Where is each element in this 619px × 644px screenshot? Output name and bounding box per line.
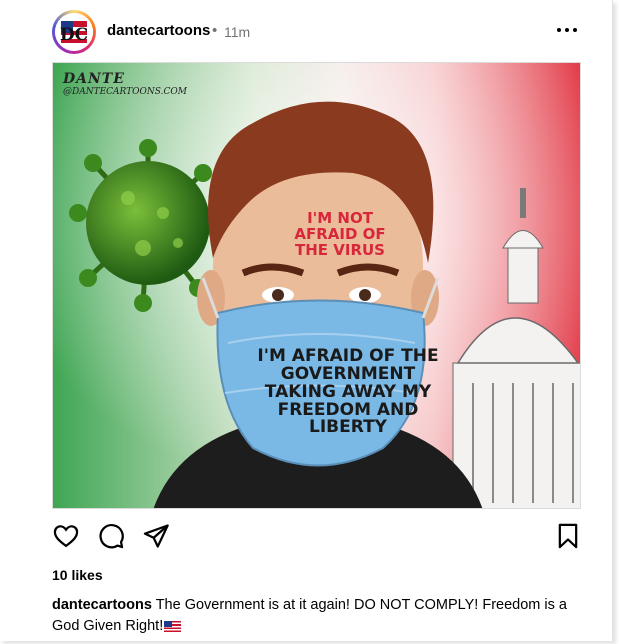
separator-dot: • xyxy=(212,22,218,39)
signature-handle: @DANTECARTOONS.COM xyxy=(63,87,187,97)
avatar[interactable]: DC xyxy=(52,10,96,54)
artist-signature: DANTE @DANTECARTOONS.COM xyxy=(63,71,187,97)
avatar-image: DC xyxy=(55,13,93,51)
us-flag-emoji xyxy=(164,620,182,632)
post-actions xyxy=(52,522,582,556)
bookmark-icon[interactable] xyxy=(554,522,584,552)
post-header: DC dantecartoons • 11m xyxy=(52,10,582,54)
mask-text: I'M AFRAID OF THE GOVERNMENT TAKING AWAY… xyxy=(257,346,439,438)
likes-count[interactable]: 10 likes xyxy=(52,567,103,583)
paper-plane-icon[interactable] xyxy=(142,522,172,552)
forehead-text: I'M NOT AFRAID OF THE VIRUS xyxy=(294,209,386,259)
signature-name: DANTE xyxy=(63,71,125,87)
svg-text:DC: DC xyxy=(60,25,88,45)
post-timestamp[interactable]: 11m xyxy=(224,24,250,40)
heart-icon[interactable] xyxy=(52,522,82,552)
more-options-icon[interactable] xyxy=(552,18,582,42)
caption-username[interactable]: dantecartoons xyxy=(52,597,152,613)
post-username[interactable]: dantecartoons xyxy=(107,22,210,39)
post-card: DC dantecartoons • 11m DANTE @DANTECARTO… xyxy=(0,0,613,641)
post-caption: dantecartoons The Government is at it ag… xyxy=(52,595,592,637)
post-image[interactable]: DANTE @DANTECARTOONS.COM I'M NOT AFRAID … xyxy=(52,62,581,509)
comment-icon[interactable] xyxy=(97,522,127,552)
